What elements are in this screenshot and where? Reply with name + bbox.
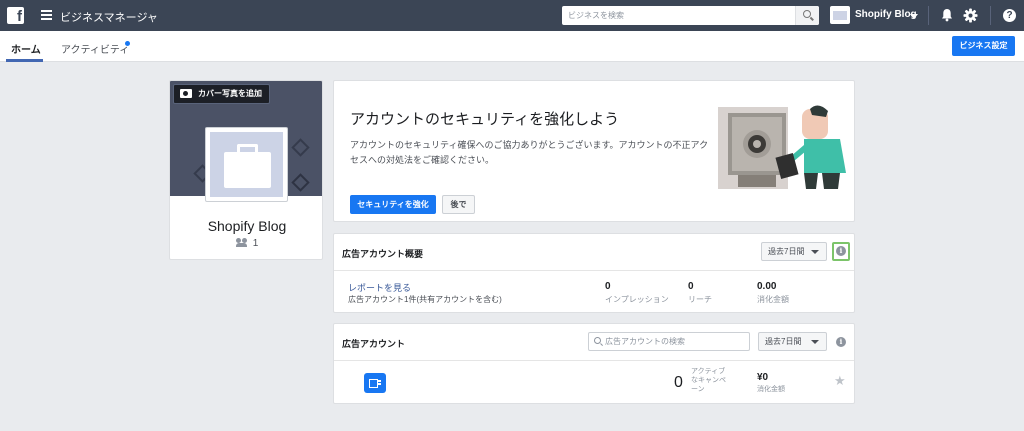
business-avatar[interactable] xyxy=(830,6,850,24)
ad-account-spend: ¥0 xyxy=(757,372,769,383)
impressions-label: インプレッション xyxy=(605,295,669,304)
card-header: 広告アカウント概要 過去7日間 i xyxy=(334,234,854,271)
facebook-logo[interactable]: f xyxy=(7,7,24,24)
view-report-link[interactable]: レポートを見る xyxy=(348,281,411,294)
info-icon[interactable]: i xyxy=(836,246,846,256)
ad-accounts-card: 広告アカウント 過去7日間 i 0 アクティブなキャンペーン ¥0 消化金額 ★ xyxy=(333,323,855,404)
info-icon[interactable]: i xyxy=(836,337,846,347)
tab-home[interactable]: ホーム xyxy=(11,41,41,56)
chevron-down-icon xyxy=(811,340,819,344)
app-title[interactable]: ビジネスマネージャ xyxy=(60,9,158,25)
divider xyxy=(990,6,991,25)
briefcase-icon xyxy=(210,132,283,197)
tab-activity[interactable]: アクティビティ xyxy=(61,41,129,56)
cover-pattern xyxy=(291,138,310,157)
ad-overview-title: 広告アカウント概要 xyxy=(342,249,424,259)
active-campaigns-label: アクティブなキャンペーン xyxy=(691,368,726,393)
notification-dot xyxy=(125,41,130,46)
people-icon xyxy=(235,238,250,247)
date-range-select[interactable]: 過去7日間 xyxy=(761,242,827,261)
security-description: アカウントのセキュリティ確保へのご協力ありがとうございます。アカウントの不正アク… xyxy=(350,140,709,165)
spend-label: 消化金額 xyxy=(757,295,789,304)
ad-account-overview-card: 広告アカウント概要 過去7日間 i レポートを見る 広告アカウント1件(共有アカ… xyxy=(333,233,855,313)
security-card: アカウントのセキュリティを強化しよう アカウントのセキュリティ確保へのご協力あり… xyxy=(333,80,855,222)
business-avatar-large[interactable] xyxy=(205,127,288,202)
chevron-down-icon xyxy=(811,250,819,254)
date-range-value: 過去7日間 xyxy=(768,247,805,256)
ad-account-icon[interactable] xyxy=(364,373,386,393)
strengthen-security-button[interactable]: セキュリティを強化 xyxy=(350,195,436,214)
security-title: アカウントのセキュリティを強化しよう xyxy=(350,111,620,128)
ad-account-summary: 広告アカウント1件(共有アカウントを含む) xyxy=(348,295,502,304)
ad-account-search-input[interactable] xyxy=(605,333,747,350)
divider xyxy=(928,6,929,25)
card-header: 広告アカウント 過去7日間 i xyxy=(334,324,854,361)
search-icon xyxy=(803,10,811,18)
business-switcher-name[interactable]: Shopify Blog xyxy=(855,9,917,20)
bell-icon[interactable] xyxy=(940,8,954,22)
impressions-value: 0 xyxy=(605,281,611,292)
star-icon[interactable]: ★ xyxy=(834,374,846,387)
add-cover-photo-label: カバー写真を追加 xyxy=(198,89,262,98)
ad-accounts-title: 広告アカウント xyxy=(342,339,406,349)
reach-value: 0 xyxy=(688,281,694,292)
search-icon xyxy=(594,337,601,344)
help-icon[interactable]: ? xyxy=(1003,9,1016,22)
gear-icon[interactable] xyxy=(963,8,978,23)
active-tab-indicator xyxy=(6,59,43,62)
cover-pattern xyxy=(291,173,310,192)
add-cover-photo-button[interactable]: カバー写真を追加 xyxy=(173,84,270,104)
people-count-value: 1 xyxy=(252,238,259,249)
active-campaigns-count: 0 xyxy=(674,374,683,391)
date-range-value: 過去7日間 xyxy=(765,337,802,346)
safe-illustration xyxy=(718,105,846,189)
business-search xyxy=(562,6,819,25)
people-count[interactable]: 1 xyxy=(170,238,322,249)
ad-account-search xyxy=(588,332,750,351)
spend-value: 0.00 xyxy=(757,281,777,292)
date-range-select[interactable]: 過去7日間 xyxy=(758,332,827,351)
chevron-down-icon[interactable] xyxy=(910,14,918,19)
later-button[interactable]: 後で xyxy=(442,195,475,214)
business-name: Shopify Blog xyxy=(207,218,287,234)
top-navigation-bar: f ビジネスマネージャ Shopify Blog ? xyxy=(0,0,1024,31)
business-settings-button[interactable]: ビジネス設定 xyxy=(952,36,1015,56)
search-button[interactable] xyxy=(795,6,819,25)
business-profile-card: カバー写真を追加 Shopify Blog 1 xyxy=(169,80,323,260)
ad-account-spend-label: 消化金額 xyxy=(757,386,785,393)
menu-icon[interactable] xyxy=(41,10,52,20)
business-search-input[interactable] xyxy=(562,6,795,25)
camera-icon xyxy=(180,89,192,98)
tab-bar: ホーム アクティビティ ビジネス設定 xyxy=(0,31,1024,62)
reach-label: リーチ xyxy=(688,295,712,304)
